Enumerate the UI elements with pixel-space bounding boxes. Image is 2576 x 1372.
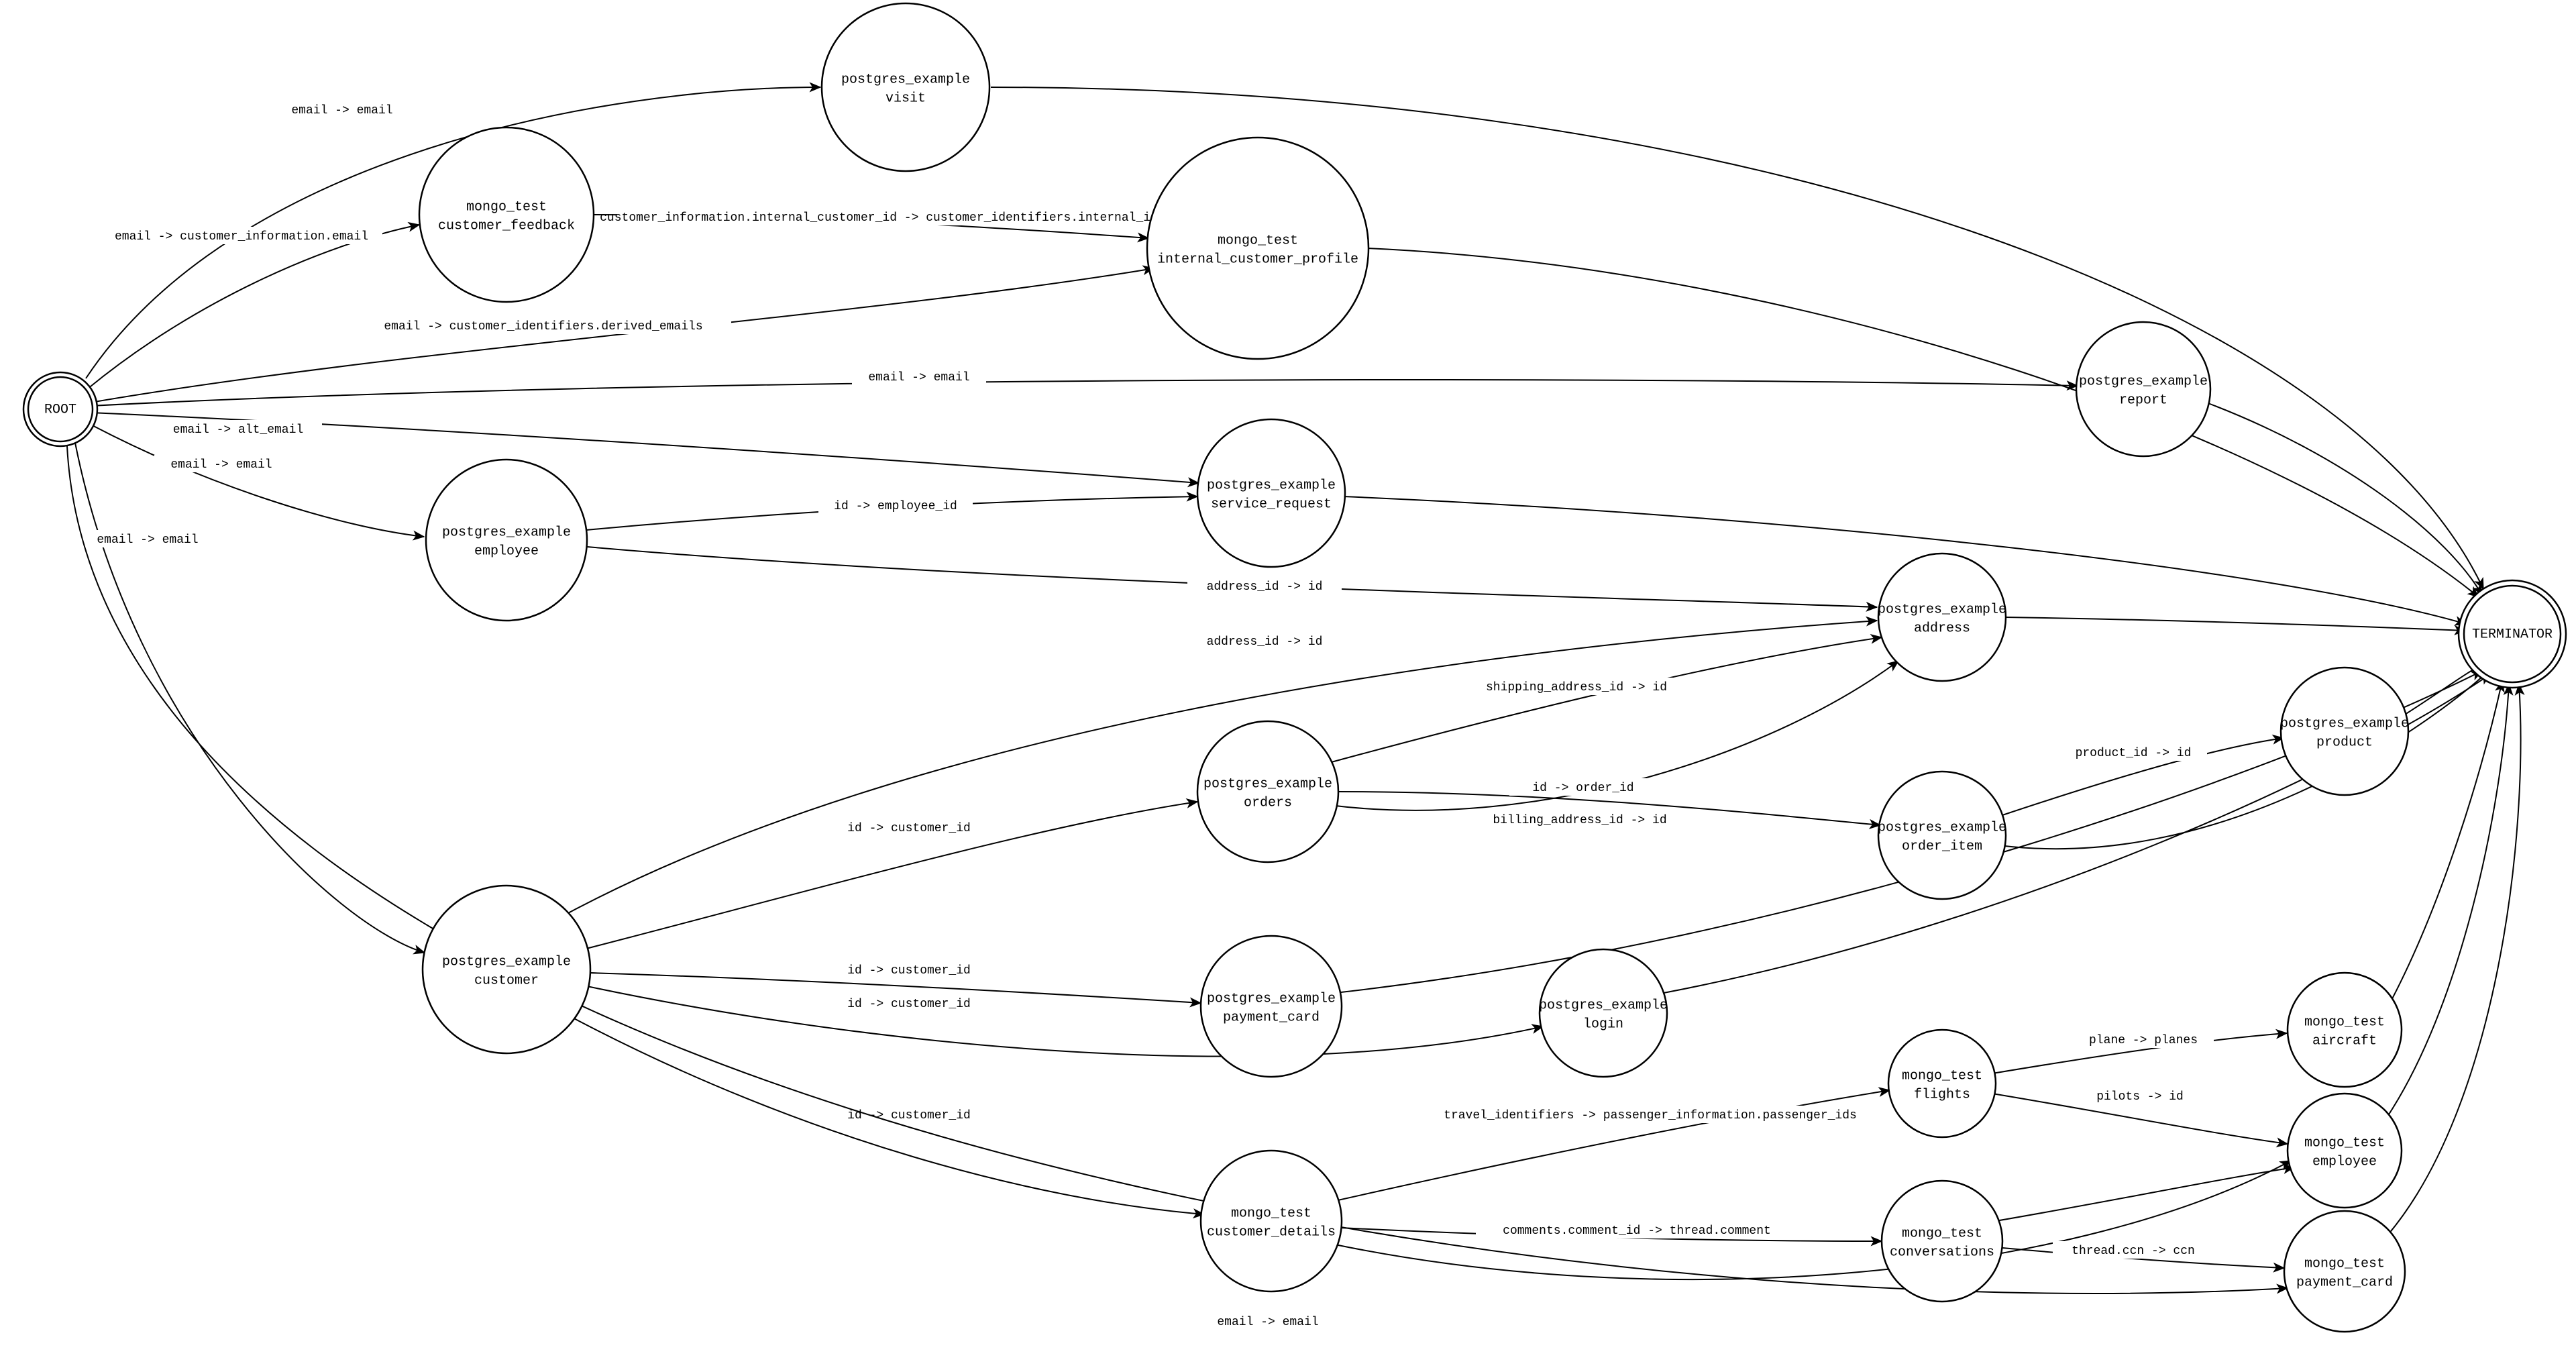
- node-flights: mongo_test flights: [1888, 1030, 1996, 1137]
- svg-text:service_request: service_request: [1211, 496, 1332, 512]
- svg-text:mongo_test: mongo_test: [1231, 1206, 1311, 1221]
- svg-text:mongo_test: mongo_test: [1218, 233, 1298, 248]
- node-customer-details: mongo_test customer_details: [1201, 1151, 1342, 1291]
- svg-text:postgres_example: postgres_example: [442, 954, 571, 969]
- svg-text:payment_card: payment_card: [2296, 1275, 2393, 1290]
- edge-convo-employee: [1996, 1167, 2294, 1221]
- svg-text:internal_customer_profile: internal_customer_profile: [1157, 252, 1358, 267]
- node-employee-pg: postgres_example employee: [426, 460, 587, 621]
- graph-canvas: email -> email email -> customer_informa…: [0, 0, 2576, 1372]
- edge-label-details-convo: comments.comment_id -> thread.comment: [1503, 1224, 1771, 1238]
- svg-text:employee: employee: [2312, 1154, 2377, 1169]
- svg-text:mongo_test: mongo_test: [2304, 1014, 2385, 1030]
- edge-label-details-flights: travel_identifiers -> passenger_informat…: [1444, 1109, 1857, 1122]
- node-payment-card-pg: postgres_example payment_card: [1201, 936, 1342, 1077]
- svg-text:postgres_example: postgres_example: [1878, 602, 2006, 617]
- node-payment-card-mg: mongo_test payment_card: [2284, 1211, 2405, 1332]
- svg-text:ROOT: ROOT: [44, 402, 76, 417]
- svg-text:postgres_example: postgres_example: [1207, 478, 1336, 493]
- node-report: postgres_example report: [2076, 322, 2210, 456]
- svg-text:aircraft: aircraft: [2312, 1033, 2377, 1049]
- svg-text:mongo_test: mongo_test: [2304, 1135, 2385, 1151]
- node-address: postgres_example address: [1878, 553, 2006, 681]
- node-conversations: mongo_test conversations: [1882, 1181, 2002, 1302]
- svg-text:address: address: [1914, 621, 1970, 636]
- edge-address-terminator: [2006, 617, 2465, 631]
- svg-text:mongo_test: mongo_test: [1902, 1226, 1982, 1241]
- svg-text:postgres_example: postgres_example: [2280, 716, 2409, 731]
- edge-details-employee-mg: [1335, 1161, 2291, 1279]
- edge-label-root-servicereq: email -> alt_email: [173, 423, 303, 437]
- edge-label-root-feedback: email -> customer_information.email: [115, 230, 368, 244]
- edge-label-root-customer: email -> email: [97, 533, 198, 547]
- edge-label-customer-login: id -> customer_id: [847, 998, 971, 1011]
- node-product: postgres_example product: [2280, 668, 2409, 795]
- svg-text:TERMINATOR: TERMINATOR: [2472, 627, 2553, 642]
- svg-text:customer_feedback: customer_feedback: [438, 218, 575, 233]
- node-terminator: TERMINATOR: [2459, 580, 2566, 688]
- svg-text:postgres_example: postgres_example: [2079, 374, 2208, 389]
- edge-label-orders-orderitem: id -> order_id: [1532, 782, 1633, 795]
- svg-text:payment_card: payment_card: [1223, 1010, 1320, 1025]
- svg-text:orders: orders: [1244, 795, 1292, 810]
- edge-label-orderitem-product: product_id -> id: [2076, 747, 2192, 760]
- edge-label-root-profile: email -> customer_identifiers.derived_em…: [384, 320, 702, 333]
- svg-text:postgres_example: postgres_example: [442, 525, 571, 540]
- svg-text:login: login: [1583, 1016, 1623, 1032]
- edge-root-feedback: [87, 225, 419, 389]
- edge-label-employee-address: address_id -> id: [1207, 580, 1323, 594]
- node-order-item: postgres_example order_item: [1878, 772, 2006, 899]
- edge-label-root-report: email -> email: [868, 371, 969, 384]
- edge-label-orders-ship-addr: shipping_address_id -> id: [1486, 681, 1667, 694]
- edge-profile-terminator: [1367, 248, 2479, 597]
- edge-label-customer-orders: id -> customer_id: [847, 822, 971, 835]
- svg-text:mongo_test: mongo_test: [2304, 1256, 2385, 1271]
- edge-label-root-paycard-mg: email -> email: [1217, 1316, 1318, 1329]
- edge-orders-ship-addr: [1322, 637, 1882, 765]
- node-orders: postgres_example orders: [1197, 721, 1338, 862]
- node-internal-customer-profile: mongo_test internal_customer_profile: [1147, 138, 1368, 359]
- edge-root-customer: [75, 443, 425, 953]
- node-customer: postgres_example customer: [423, 886, 590, 1053]
- edge-label-flights-aircraft: plane -> planes: [2089, 1034, 2198, 1047]
- svg-text:visit: visit: [885, 91, 926, 106]
- edge-root-report: [91, 380, 2078, 406]
- svg-text:postgres_example: postgres_example: [1207, 991, 1336, 1006]
- edge-label-customer-payment: id -> customer_id: [847, 964, 971, 978]
- svg-text:conversations: conversations: [1890, 1245, 1994, 1260]
- edge-label-root-employee: email -> email: [170, 458, 272, 472]
- node-customer-feedback: mongo_test customer_feedback: [419, 127, 594, 302]
- svg-text:flights: flights: [1914, 1087, 1970, 1102]
- svg-text:customer: customer: [474, 973, 539, 988]
- node-root: ROOT: [23, 372, 97, 446]
- svg-text:mongo_test: mongo_test: [466, 199, 547, 215]
- node-employee-mg: mongo_test employee: [2288, 1094, 2402, 1208]
- edge-label-convo-paycard: thread.ccn -> ccn: [2072, 1245, 2195, 1258]
- svg-text:order_item: order_item: [1902, 839, 1982, 854]
- svg-text:postgres_example: postgres_example: [1203, 776, 1332, 792]
- edge-root-employee: [87, 423, 424, 537]
- svg-text:employee: employee: [474, 543, 539, 559]
- edge-label-customer-address: address_id -> id: [1207, 635, 1323, 649]
- svg-text:mongo_test: mongo_test: [1902, 1068, 1982, 1084]
- svg-text:customer_details: customer_details: [1207, 1224, 1336, 1240]
- node-login: postgres_example login: [1539, 949, 1668, 1077]
- svg-text:postgres_example: postgres_example: [1539, 998, 1668, 1013]
- svg-text:product: product: [2316, 735, 2373, 750]
- node-aircraft: mongo_test aircraft: [2288, 973, 2402, 1087]
- svg-text:report: report: [2119, 392, 2167, 408]
- edge-label-customer-details: id -> customer_id: [847, 1109, 971, 1122]
- edge-label-orders-bill-addr: billing_address_id -> id: [1493, 814, 1666, 827]
- node-visit: postgres_example visit: [822, 3, 989, 171]
- node-service-request: postgres_example service_request: [1197, 419, 1345, 567]
- edge-label-employee-service: id -> employee_id: [834, 500, 957, 513]
- svg-text:postgres_example: postgres_example: [1878, 820, 2006, 835]
- svg-text:postgres_example: postgres_example: [841, 72, 970, 87]
- edge-label-flights-employee: pilots -> id: [2096, 1090, 2184, 1104]
- edge-label-root-visit: email -> email: [291, 104, 392, 117]
- edge-label-feedback-profile: customer_information.internal_customer_i…: [600, 211, 1158, 225]
- edge-report-terminator: [2206, 403, 2482, 595]
- edge-customer-login: [587, 986, 1543, 1057]
